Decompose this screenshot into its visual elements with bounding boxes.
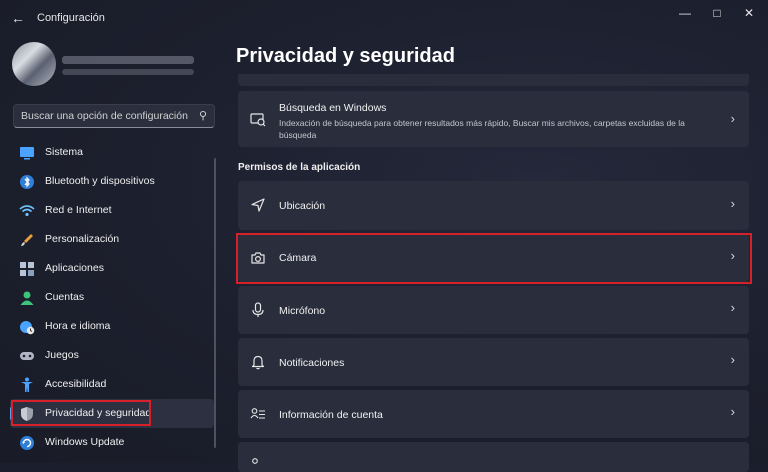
sidebar-item-aplicaciones[interactable]: Aplicaciones <box>10 254 214 283</box>
chevron-right-icon: › <box>730 300 735 315</box>
brush-icon <box>19 232 35 248</box>
sidebar-item-label: Juegos <box>45 349 79 361</box>
microphone-icon <box>250 302 266 318</box>
accessibility-icon <box>19 377 35 393</box>
sidebar-item-label: Windows Update <box>45 436 125 448</box>
sidebar-item-hora[interactable]: Hora e idioma <box>10 312 214 341</box>
account-icon <box>19 290 35 306</box>
app-title: Configuración <box>37 12 105 24</box>
sidebar-scrollbar[interactable] <box>214 158 216 448</box>
chevron-right-icon: › <box>730 111 735 126</box>
search-input[interactable] <box>21 108 191 124</box>
search-windows-icon <box>250 111 266 127</box>
close-icon[interactable]: ✕ <box>735 4 763 22</box>
arrow-left-icon[interactable]: ← <box>10 10 26 26</box>
update-icon <box>19 435 35 451</box>
bell-icon <box>250 354 266 370</box>
blurred-user-email <box>62 69 194 75</box>
blurred-user-name <box>62 56 194 64</box>
globe-clock-icon <box>19 319 35 335</box>
card-title: Notificaciones <box>279 357 345 369</box>
sidebar-item-bluetooth[interactable]: Bluetooth y dispositivos <box>10 167 214 196</box>
card-informacion-cuenta[interactable]: Información de cuenta › <box>238 390 749 438</box>
sidebar-item-label: Hora e idioma <box>45 320 111 332</box>
account-info-icon <box>250 406 266 422</box>
previous-card-edge <box>238 74 749 86</box>
wifi-icon <box>19 203 35 219</box>
section-header-permisos: Permisos de la aplicación <box>238 162 361 173</box>
search-icon[interactable]: ⚲ <box>199 109 207 122</box>
card-notificaciones[interactable]: Notificaciones › <box>238 338 749 386</box>
sidebar-item-accesibilidad[interactable]: Accesibilidad <box>10 370 214 399</box>
title-bar: ← Configuración — □ ✕ <box>0 0 768 36</box>
card-title: Micrófono <box>279 305 326 317</box>
card-description: Indexación de búsqueda para obtener resu… <box>279 118 685 140</box>
sidebar-item-windows-update[interactable]: Windows Update <box>10 428 214 457</box>
card-microfono[interactable]: Micrófono › <box>238 286 749 334</box>
sidebar-item-label: Cuentas <box>45 291 85 303</box>
card-title: Información de cuenta <box>279 409 383 421</box>
highlight-box-privacidad <box>11 400 151 426</box>
sidebar-item-juegos[interactable]: Juegos <box>10 341 214 370</box>
contacts-icon <box>250 456 266 472</box>
highlight-box-camara <box>236 233 752 284</box>
bluetooth-icon <box>19 174 35 190</box>
sidebar-item-sistema[interactable]: Sistema <box>10 138 214 167</box>
card-ubicacion[interactable]: Ubicación › <box>238 181 749 230</box>
avatar[interactable] <box>12 42 56 86</box>
card-title: Búsqueda en Windows <box>279 102 387 114</box>
sidebar-item-label: Personalización <box>45 233 120 245</box>
minimize-icon[interactable]: — <box>671 4 699 22</box>
chevron-right-icon: › <box>730 352 735 367</box>
chevron-right-icon: › <box>730 404 735 419</box>
card-title: Ubicación <box>279 200 326 212</box>
page-title: Privacidad y seguridad <box>236 45 455 67</box>
gamepad-icon <box>19 348 35 364</box>
sidebar-item-cuentas[interactable]: Cuentas <box>10 283 214 312</box>
card-busqueda-windows[interactable]: Búsqueda en Windows Indexación de búsque… <box>238 91 749 147</box>
sidebar-item-label: Red e Internet <box>45 204 112 216</box>
sidebar-item-personalizacion[interactable]: Personalización <box>10 225 214 254</box>
maximize-icon[interactable]: □ <box>703 4 731 22</box>
system-icon <box>19 145 35 161</box>
sidebar-item-red[interactable]: Red e Internet <box>10 196 214 225</box>
location-icon <box>250 197 266 213</box>
card-next-partial[interactable] <box>238 442 749 472</box>
sidebar-item-label: Bluetooth y dispositivos <box>45 175 155 187</box>
sidebar-item-label: Sistema <box>45 146 83 158</box>
search-box[interactable]: ⚲ <box>13 104 215 128</box>
apps-icon <box>19 261 35 277</box>
sidebar-item-label: Aplicaciones <box>45 262 104 274</box>
chevron-right-icon: › <box>730 196 735 211</box>
sidebar-item-label: Accesibilidad <box>45 378 107 390</box>
